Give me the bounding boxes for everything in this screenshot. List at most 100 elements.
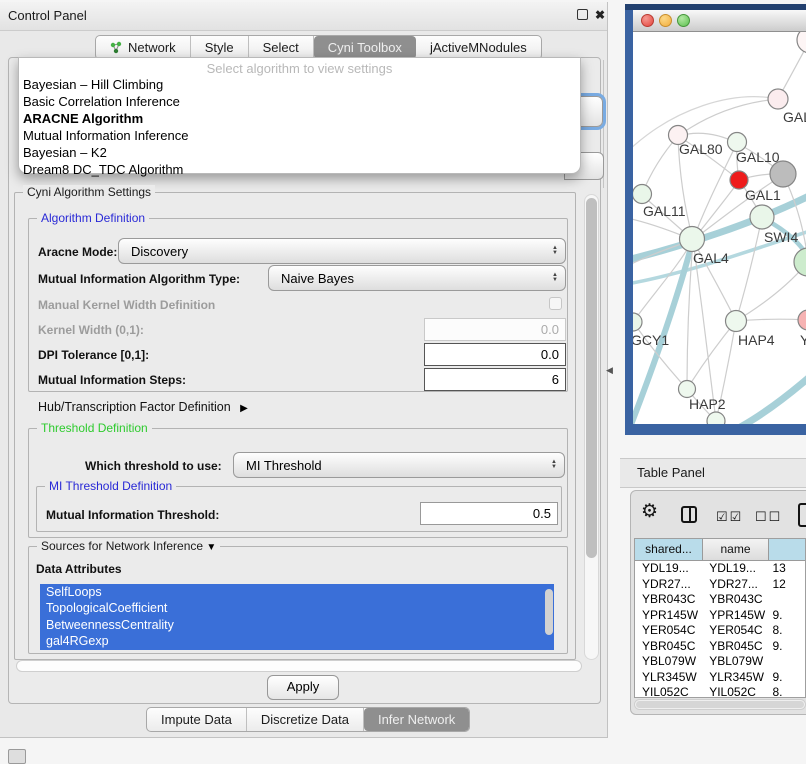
tab-network[interactable]: Network (96, 36, 191, 59)
table-cell[interactable]: YDR27... (635, 577, 702, 593)
which-threshold-combo[interactable]: MI Threshold ▲▼ (233, 452, 565, 478)
table-horizontal-scrollbar[interactable] (634, 699, 806, 710)
network-edge[interactable] (678, 99, 778, 136)
table-cell[interactable]: YPR145W (702, 608, 767, 624)
column-header-partial[interactable] (769, 539, 805, 560)
collapse-triangle-icon[interactable]: ▼ (206, 542, 216, 553)
float-window-icon[interactable] (577, 9, 588, 20)
list-scrollbar-thumb[interactable] (545, 589, 553, 635)
network-node-hap2[interactable] (679, 381, 696, 398)
algorithm-option[interactable]: Mutual Information Inference (19, 127, 580, 144)
table-cell[interactable]: 12 (767, 577, 805, 593)
column-header-shared-name[interactable]: shared... (635, 539, 703, 560)
document-icon[interactable] (798, 503, 806, 527)
table-cell[interactable]: YBL079W (702, 654, 767, 670)
network-canvas[interactable]: GALGAL80GAL10GAL1SWI4GAL11GAL4GCY1HAP4YH… (633, 32, 806, 424)
network-node-y[interactable] (798, 310, 806, 330)
table-row[interactable]: YLR345WYLR345W9. (635, 670, 805, 686)
table-cell[interactable]: YBR045C (635, 639, 702, 655)
table-row[interactable]: YPR145WYPR145W9. (635, 608, 805, 624)
network-node-gal11[interactable] (633, 185, 652, 204)
split-view-icon[interactable] (681, 506, 697, 523)
network-edge[interactable] (731, 374, 806, 424)
mac-close-button[interactable] (641, 14, 654, 27)
splitter-collapse-icon[interactable]: ◀ (606, 365, 613, 376)
table-cell[interactable]: YDL19... (635, 561, 702, 577)
table-row[interactable]: YBL079WYBL079W (635, 654, 805, 670)
network-node-gal4[interactable] (680, 227, 705, 252)
hub-definition-expander[interactable]: Hub/Transcription Factor Definition ▶ (38, 400, 248, 414)
algorithm-option[interactable]: Bayesian – Hill Climbing (19, 76, 580, 93)
close-icon[interactable]: ✖ (594, 9, 606, 21)
table-cell[interactable]: 9. (767, 608, 805, 624)
tab-select[interactable]: Select (249, 36, 314, 59)
table-cell[interactable]: 8. (767, 623, 805, 639)
table-row[interactable]: YDL19...YDL19...13 (635, 561, 805, 577)
table-cell[interactable]: YBR043C (702, 592, 767, 608)
network-node-swi4[interactable] (750, 205, 774, 229)
algorithm-option[interactable]: Basic Correlation Inference (19, 93, 580, 110)
gear-icon[interactable]: ⚙ (641, 500, 658, 523)
table-cell[interactable]: 9. (767, 670, 805, 686)
dpi-tolerance-field[interactable]: 0.0 (424, 343, 566, 366)
aracne-mode-combo[interactable]: Discovery ▲▼ (118, 238, 566, 264)
table-cell[interactable]: YLR345W (702, 670, 767, 686)
data-attributes-list[interactable]: SelfLoops TopologicalCoefficient Between… (40, 584, 554, 650)
network-edge[interactable] (736, 262, 806, 321)
network-edge[interactable] (642, 136, 678, 194)
mi-steps-field[interactable]: 6 (424, 368, 566, 391)
checked-boxes-icon[interactable]: ☑☑ (716, 509, 743, 525)
network-edge[interactable] (687, 321, 736, 389)
table-row[interactable]: YIL052CYIL052C8. (635, 685, 805, 698)
table-cell[interactable]: YBR045C (702, 639, 767, 655)
table-cell[interactable]: YIL052C (635, 685, 702, 698)
table-cell[interactable]: 8. (767, 685, 805, 698)
tab-discretize-data[interactable]: Discretize Data (247, 708, 364, 731)
network-node-gal[interactable] (768, 89, 788, 109)
tab-cyni-toolbox[interactable]: Cyni Toolbox (314, 36, 416, 59)
table-cell[interactable] (767, 654, 805, 670)
mac-minimize-button[interactable] (659, 14, 672, 27)
table-cell[interactable]: YPR145W (635, 608, 702, 624)
algorithm-option[interactable]: Bayesian – K2 (19, 144, 580, 161)
table-row[interactable]: YDR27...YDR27...12 (635, 577, 805, 593)
apply-button[interactable]: Apply (267, 675, 339, 700)
network-edge[interactable] (736, 217, 762, 321)
network-node[interactable] (794, 248, 806, 276)
list-item[interactable]: BetweennessCentrality (40, 617, 554, 633)
mac-zoom-button[interactable] (677, 14, 690, 27)
table-cell[interactable]: YBL079W (635, 654, 702, 670)
table-cell[interactable]: YER054C (702, 623, 767, 639)
table-cell[interactable]: YIL052C (702, 685, 767, 698)
table-row[interactable]: YBR045CYBR045C9. (635, 639, 805, 655)
table-row[interactable]: YBR043CYBR043C (635, 592, 805, 608)
table-row[interactable]: YER054CYER054C8. (635, 623, 805, 639)
combo-fragment[interactable] (578, 96, 603, 127)
unchecked-boxes-icon[interactable]: ☐☐ (755, 509, 782, 525)
table-cell[interactable]: YER054C (635, 623, 702, 639)
algorithm-option-selected[interactable]: ARACNE Algorithm (19, 110, 580, 127)
network-node-hap4[interactable] (726, 311, 747, 332)
column-header-name[interactable]: name (703, 539, 769, 560)
mi-type-combo[interactable]: Naive Bayes ▲▼ (268, 265, 566, 291)
manual-kernel-checkbox[interactable] (549, 297, 562, 310)
table-cell[interactable]: YDR27... (702, 577, 767, 593)
kernel-width-field[interactable]: 0.0 (424, 318, 566, 341)
list-item[interactable]: TopologicalCoefficient (40, 600, 554, 616)
settings-horizontal-scrollbar[interactable] (16, 660, 582, 672)
table-cell[interactable]: YDL19... (702, 561, 767, 577)
network-node[interactable] (707, 412, 725, 424)
table-cell[interactable]: YBR043C (635, 592, 702, 608)
network-node[interactable] (797, 32, 806, 53)
table-cell[interactable]: 9. (767, 639, 805, 655)
table-cell[interactable] (767, 592, 805, 608)
tab-jactivemnodules[interactable]: jActiveMNodules (416, 36, 541, 59)
tab-impute-data[interactable]: Impute Data (147, 708, 247, 731)
network-edge[interactable] (693, 240, 716, 421)
network-node-gcy1[interactable] (633, 313, 642, 331)
tab-infer-network[interactable]: Infer Network (364, 708, 469, 731)
settings-vertical-scrollbar-thumb[interactable] (586, 198, 597, 558)
list-item[interactable]: gal4RGexp (40, 633, 554, 649)
table-cell[interactable]: 13 (767, 561, 805, 577)
table-cell[interactable]: YLR345W (635, 670, 702, 686)
